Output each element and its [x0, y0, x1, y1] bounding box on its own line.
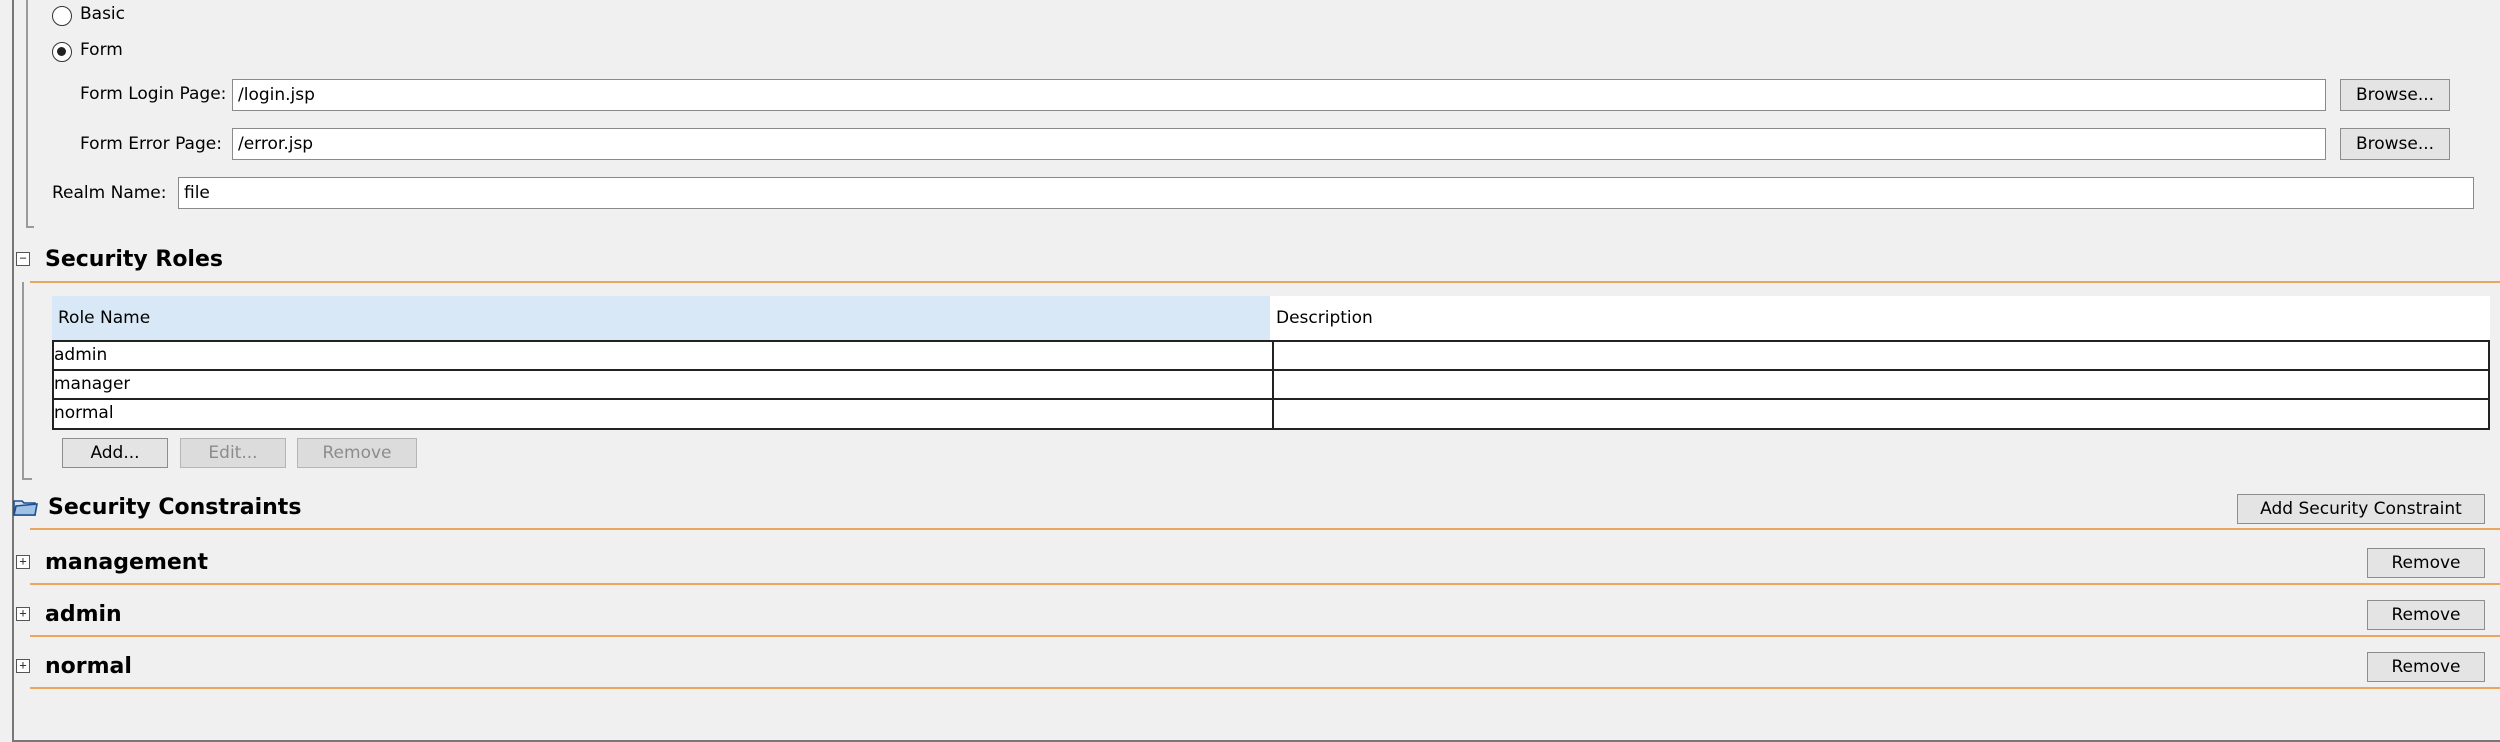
- collapse-icon[interactable]: −: [16, 252, 30, 266]
- add-role-button[interactable]: Add...: [62, 438, 168, 468]
- section-divider: [30, 281, 2500, 283]
- tree-line: [22, 478, 32, 480]
- column-header-description[interactable]: Description: [1270, 296, 2490, 340]
- panel-left-border: [12, 0, 14, 742]
- column-divider: [1272, 371, 1274, 398]
- role-name-cell: manager: [54, 374, 131, 394]
- remove-constraint-button[interactable]: Remove: [2367, 600, 2485, 630]
- role-name-cell: admin: [54, 345, 108, 365]
- add-security-constraint-button[interactable]: Add Security Constraint: [2237, 494, 2485, 524]
- expand-icon[interactable]: +: [16, 659, 30, 673]
- realm-name-label: Realm Name:: [52, 183, 167, 203]
- expand-icon[interactable]: +: [16, 555, 30, 569]
- tree-line: [22, 282, 24, 480]
- basic-radio[interactable]: [52, 6, 72, 26]
- browse-login-page-button[interactable]: Browse...: [2340, 79, 2450, 111]
- section-divider: [30, 635, 2500, 637]
- section-divider: [30, 583, 2500, 585]
- security-constraints-title: Security Constraints: [48, 495, 302, 520]
- form-login-page-label: Form Login Page:: [80, 84, 227, 104]
- form-error-page-input[interactable]: [232, 128, 2326, 160]
- constraint-title-normal: normal: [45, 654, 132, 679]
- table-row[interactable]: admin: [54, 342, 2488, 371]
- security-roles-title: Security Roles: [45, 247, 223, 272]
- constraint-title-admin: admin: [45, 602, 122, 627]
- form-error-page-label: Form Error Page:: [80, 134, 222, 154]
- tree-line: [26, 226, 34, 228]
- column-header-role-name[interactable]: Role Name: [52, 296, 1270, 340]
- table-row[interactable]: manager: [54, 371, 2488, 400]
- form-radio[interactable]: [52, 42, 72, 62]
- column-divider: [1272, 400, 1274, 428]
- expand-icon[interactable]: +: [16, 607, 30, 621]
- form-radio-label: Form: [80, 40, 123, 60]
- roles-table-header: Role Name Description: [52, 296, 2490, 340]
- table-row[interactable]: normal: [54, 400, 2488, 428]
- roles-table-body: admin manager normal: [52, 340, 2490, 430]
- realm-name-input[interactable]: [178, 177, 2474, 209]
- tree-line: [26, 0, 28, 228]
- remove-constraint-button[interactable]: Remove: [2367, 548, 2485, 578]
- edit-role-button[interactable]: Edit...: [180, 438, 286, 468]
- form-login-page-input[interactable]: [232, 79, 2326, 111]
- section-divider: [30, 687, 2500, 689]
- remove-role-button[interactable]: Remove: [297, 438, 417, 468]
- browse-error-page-button[interactable]: Browse...: [2340, 128, 2450, 160]
- section-divider: [30, 528, 2500, 530]
- folder-icon: [13, 500, 38, 516]
- remove-constraint-button[interactable]: Remove: [2367, 652, 2485, 682]
- basic-radio-label: Basic: [80, 4, 126, 24]
- constraint-title-management: management: [45, 550, 208, 575]
- role-name-cell: normal: [54, 403, 114, 423]
- column-divider: [1272, 342, 1274, 369]
